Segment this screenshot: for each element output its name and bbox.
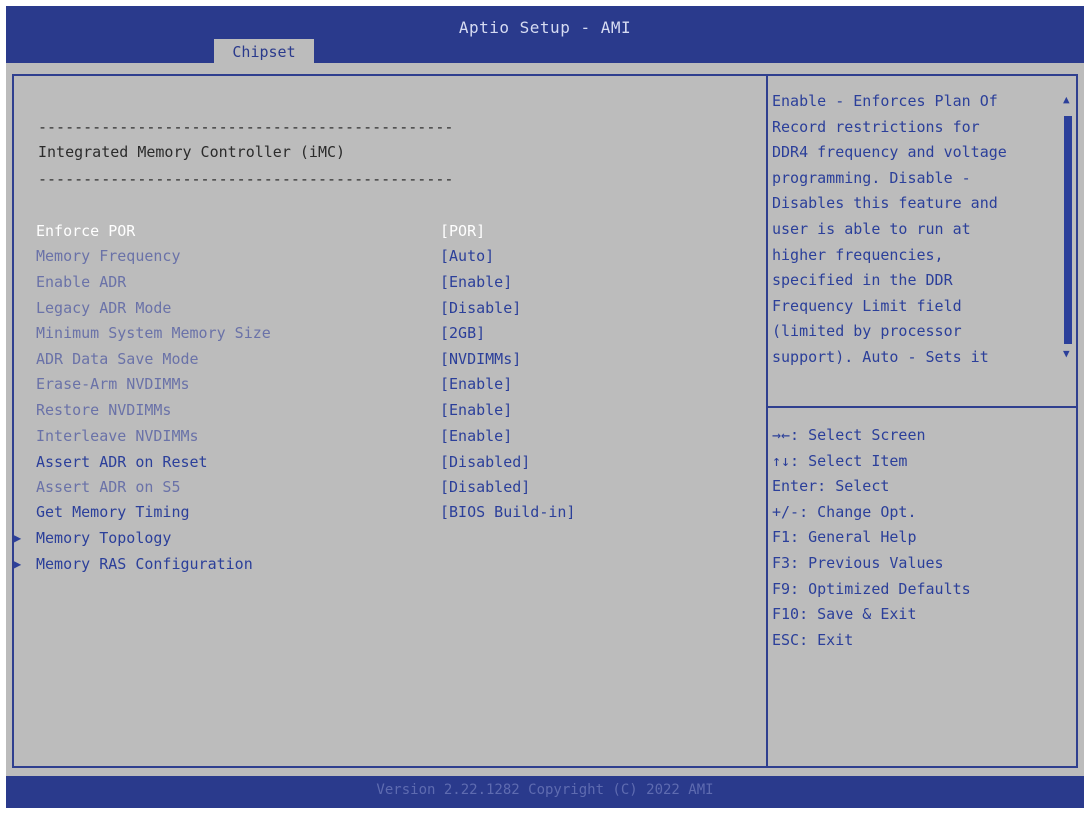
help-line: user is able to run at: [772, 219, 971, 238]
section-title: Integrated Memory Controller (iMC): [38, 143, 346, 161]
key-optimized-defaults: F9: Optimized Defaults: [772, 579, 971, 598]
setting-value[interactable]: [Disabled]: [440, 475, 530, 500]
setting-label: Memory Frequency: [36, 247, 181, 265]
setting-label: Enable ADR: [36, 273, 127, 291]
setting-label: Erase-Arm NVDIMMs: [36, 375, 190, 393]
help-scrollbar[interactable]: [1064, 116, 1072, 344]
setting-value[interactable]: [NVDIMMs]: [440, 347, 521, 372]
help-panel: Enable - Enforces Plan Of Record restric…: [772, 89, 1056, 371]
key-change-opt: +/-: Change Opt.: [772, 502, 917, 521]
setting-label: Restore NVDIMMs: [36, 401, 172, 419]
tab-chipset[interactable]: Chipset: [214, 39, 314, 65]
setting-memory-frequency[interactable]: Memory Frequency [Auto]: [36, 244, 636, 269]
version-text: Version 2.22.1282 Copyright (C) 2022 AMI: [376, 782, 714, 798]
help-line: (limited by processor: [772, 322, 962, 341]
section-divider-top: ----------------------------------------…: [38, 118, 454, 136]
header-bar: Aptio Setup - AMI Chipset: [6, 6, 1084, 65]
setting-label: Legacy ADR Mode: [36, 299, 172, 317]
setting-assert-adr-on-s5[interactable]: Assert ADR on S5 [Disabled]: [36, 475, 636, 500]
setting-value[interactable]: [POR]: [440, 219, 485, 244]
help-divider: [768, 406, 1078, 408]
setting-erase-arm-nvdimms[interactable]: Erase-Arm NVDIMMs [Enable]: [36, 372, 636, 397]
setting-min-system-memory-size[interactable]: Minimum System Memory Size [2GB]: [36, 321, 636, 346]
help-line: programming. Disable -: [772, 168, 971, 187]
setting-value[interactable]: [Enable]: [440, 424, 512, 449]
setting-value[interactable]: [Enable]: [440, 372, 512, 397]
key-select-item: ↑↓: Select Item: [772, 451, 908, 470]
setting-value[interactable]: [Auto]: [440, 244, 494, 269]
key-select-screen: →←: Select Screen: [772, 426, 926, 444]
key-general-help: F1: General Help: [772, 528, 917, 547]
key-save-exit: F10: Save & Exit: [772, 605, 917, 624]
setting-label: Assert ADR on S5: [36, 478, 181, 496]
triangle-right-icon: ▶: [14, 531, 22, 545]
app-title: Aptio Setup - AMI: [458, 18, 632, 37]
section-divider-bottom: ----------------------------------------…: [38, 170, 454, 188]
setting-value[interactable]: [Enable]: [440, 398, 512, 423]
help-line: Record restrictions for: [772, 117, 980, 136]
setting-value[interactable]: [BIOS Build-in]: [440, 500, 575, 525]
setting-assert-adr-on-reset[interactable]: Assert ADR on Reset [Disabled]: [36, 450, 636, 475]
setting-legacy-adr-mode[interactable]: Legacy ADR Mode [Disable]: [36, 296, 636, 321]
footer-bar: Version 2.22.1282 Copyright (C) 2022 AMI: [6, 776, 1084, 808]
help-line: higher frequencies,: [772, 245, 944, 264]
setting-restore-nvdimms[interactable]: Restore NVDIMMs [Enable]: [36, 398, 636, 423]
key-enter-select: Enter: Select: [772, 477, 890, 496]
setting-label: Enforce POR: [36, 222, 136, 240]
triangle-right-icon: ▶: [14, 557, 22, 571]
key-legend: →←: Select Screen ↑↓: Select Item Enter:…: [772, 423, 1072, 653]
scroll-down-arrow-icon[interactable]: ▼: [1063, 347, 1070, 360]
setting-interleave-nvdimms[interactable]: Interleave NVDIMMs [Enable]: [36, 424, 636, 449]
setting-adr-data-save-mode[interactable]: ADR Data Save Mode [NVDIMMs]: [36, 347, 636, 372]
submenu-memory-topology[interactable]: ▶ Memory Topology: [14, 526, 614, 551]
help-line: DDR4 frequency and voltage: [772, 143, 1007, 162]
setting-value[interactable]: [Disabled]: [440, 450, 530, 475]
setting-enable-adr[interactable]: Enable ADR [Enable]: [36, 270, 636, 295]
submenu-label: Memory Topology: [36, 529, 172, 547]
key-esc-exit: ESC: Exit: [772, 630, 854, 649]
setting-get-memory-timing[interactable]: Get Memory Timing [BIOS Build-in]: [36, 500, 636, 525]
setting-label: Interleave NVDIMMs: [36, 427, 199, 445]
setting-enforce-por[interactable]: Enforce POR [POR]: [36, 219, 636, 244]
key-previous-values: F3: Previous Values: [772, 553, 944, 572]
help-line: Enable - Enforces Plan Of: [772, 92, 998, 110]
help-line: Frequency Limit field: [772, 296, 962, 315]
help-line: support). Auto - Sets it: [772, 347, 989, 366]
submenu-memory-ras-configuration[interactable]: ▶ Memory RAS Configuration: [14, 552, 614, 577]
setting-value[interactable]: [2GB]: [440, 321, 485, 346]
setting-label: Get Memory Timing: [36, 503, 190, 521]
panel-divider: [766, 74, 768, 768]
scroll-up-arrow-icon[interactable]: ▲: [1063, 93, 1070, 106]
submenu-label: Memory RAS Configuration: [36, 555, 253, 573]
help-line: Disables this feature and: [772, 194, 998, 213]
setting-label: ADR Data Save Mode: [36, 350, 199, 368]
setting-value[interactable]: [Disable]: [440, 296, 521, 321]
setting-label: Assert ADR on Reset: [36, 453, 208, 471]
setting-value[interactable]: [Enable]: [440, 270, 512, 295]
setting-label: Minimum System Memory Size: [36, 324, 271, 342]
help-line: specified in the DDR: [772, 271, 953, 290]
